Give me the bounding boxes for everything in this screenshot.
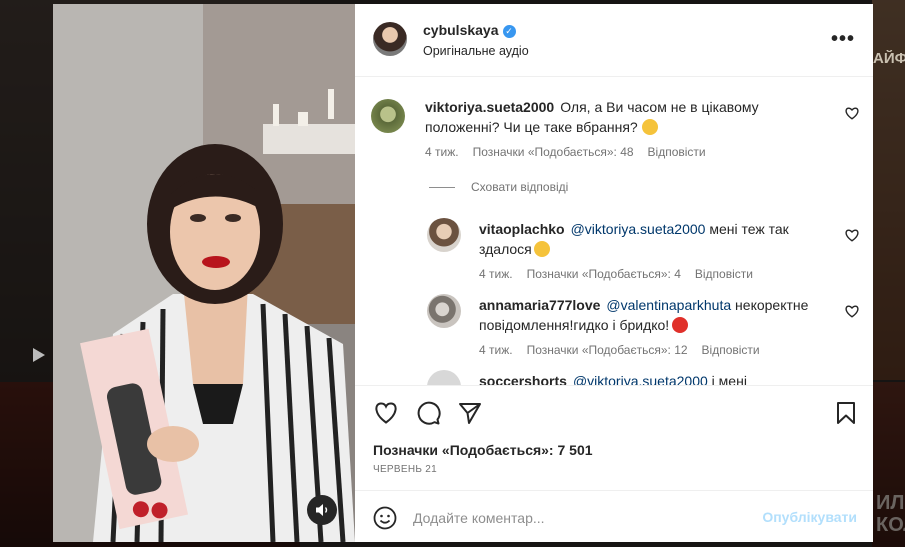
author-username[interactable]: cybulskaya <box>423 22 499 38</box>
post-panel: cybulskaya ✓ Оригінальне аудіо ••• viktor… <box>355 4 873 542</box>
reply-avatar[interactable] <box>427 218 461 252</box>
reply-text: annamaria777love @valentinaparkhuta некор… <box>479 295 829 335</box>
reply-mention[interactable]: @viktoriya.sueta2000 <box>573 373 708 385</box>
hide-replies-button[interactable]: Сховати відповіді <box>429 180 568 194</box>
reply-text: soccershorts @viktoriya.sueta2000 і мені <box>479 371 829 385</box>
author-avatar[interactable] <box>373 22 407 56</box>
reply-avatar[interactable] <box>427 294 461 328</box>
reply-mention[interactable]: @valentinaparkhuta <box>606 297 731 313</box>
comment-likes[interactable]: Позначки «Подобається»: 48 <box>473 145 634 159</box>
publish-button[interactable]: Опублікувати <box>762 509 857 525</box>
mute-toggle-button[interactable] <box>307 495 337 525</box>
add-comment-bar: Опублікувати <box>355 490 873 545</box>
hide-replies-label: Сховати відповіді <box>471 180 569 194</box>
reply-username[interactable]: annamaria777love <box>479 297 600 313</box>
post-modal: cybulskaya ✓ Оригінальне аудіо ••• viktor… <box>53 4 873 542</box>
reply-button[interactable]: Відповісти <box>702 343 760 357</box>
reply-button[interactable]: Відповісти <box>695 267 753 281</box>
comment-age[interactable]: 4 тиж. <box>425 145 459 159</box>
reply-body: здалося <box>479 241 532 257</box>
post-actions: Позначки «Подобається»: 7 501 ЧЕРВЕНЬ 21 <box>355 385 873 490</box>
audio-label[interactable]: Оригінальне аудіо <box>423 44 529 58</box>
reply-likes[interactable]: Позначки «Подобається»: 4 <box>527 267 681 281</box>
more-options-button[interactable]: ••• <box>831 28 855 51</box>
comment-input[interactable] <box>413 507 743 529</box>
comment-icon[interactable] <box>415 400 441 426</box>
reply-likes[interactable]: Позначки «Подобається»: 12 <box>527 343 688 357</box>
author-username-row[interactable]: cybulskaya ✓ <box>423 22 516 38</box>
comment-username[interactable]: viktoriya.sueta2000 <box>425 99 554 115</box>
post-date[interactable]: ЧЕРВЕНЬ 21 <box>373 464 437 475</box>
reply-body: і мені <box>711 373 747 385</box>
reply-body: мені теж так <box>709 221 789 237</box>
reply-button[interactable]: Відповісти <box>648 145 706 159</box>
reply-body: повідомлення!гидко і бридко! <box>479 317 670 333</box>
video-frame <box>53 4 355 542</box>
like-reply-heart-icon[interactable] <box>845 229 859 242</box>
emoji-picker-icon[interactable] <box>373 506 397 530</box>
comment-meta: 4 тиж. Позначки «Подобається»: 48 Відпов… <box>425 145 706 159</box>
like-comment-heart-icon[interactable] <box>845 107 859 120</box>
reply-username[interactable]: soccershorts <box>479 373 567 385</box>
smiling-emoji-icon <box>533 241 550 257</box>
laughing-emoji-icon <box>641 119 658 135</box>
verified-badge-icon: ✓ <box>502 25 516 38</box>
post-header: cybulskaya ✓ Оригінальне аудіо ••• <box>355 4 873 77</box>
background-text: АЙФХА <box>873 50 905 67</box>
like-heart-icon[interactable] <box>373 400 399 426</box>
speaker-icon <box>316 504 328 516</box>
background-text: ИЛА КОЛО <box>876 492 905 536</box>
commenter-avatar[interactable] <box>371 99 405 133</box>
reply-age[interactable]: 4 тиж. <box>479 267 513 281</box>
like-reply-heart-icon[interactable] <box>845 305 859 318</box>
play-icon <box>33 348 45 362</box>
likes-count[interactable]: Позначки «Подобається»: 7 501 <box>373 442 593 458</box>
post-video[interactable] <box>53 4 355 542</box>
share-icon[interactable] <box>457 400 483 426</box>
reply-avatar[interactable] <box>427 370 461 385</box>
divider-line <box>429 186 455 188</box>
comment-text: viktoriya.sueta2000 Оля, а Ви часом не в … <box>425 97 785 137</box>
comments-list[interactable]: viktoriya.sueta2000 Оля, а Ви часом не в … <box>355 77 873 385</box>
reply-body: некоректне <box>735 297 809 313</box>
reply-mention[interactable]: @viktoriya.sueta2000 <box>571 221 706 237</box>
reply-text: vitaoplachko @viktoriya.sueta2000 мені те… <box>479 219 809 259</box>
bookmark-icon[interactable] <box>833 400 859 426</box>
angry-emoji-icon <box>672 317 689 333</box>
reply-age[interactable]: 4 тиж. <box>479 343 513 357</box>
reply-meta: 4 тиж. Позначки «Подобається»: 4 Відпові… <box>479 267 753 281</box>
reply-meta: 4 тиж. Позначки «Подобається»: 12 Відпов… <box>479 343 760 357</box>
reply-username[interactable]: vitaoplachko <box>479 221 565 237</box>
